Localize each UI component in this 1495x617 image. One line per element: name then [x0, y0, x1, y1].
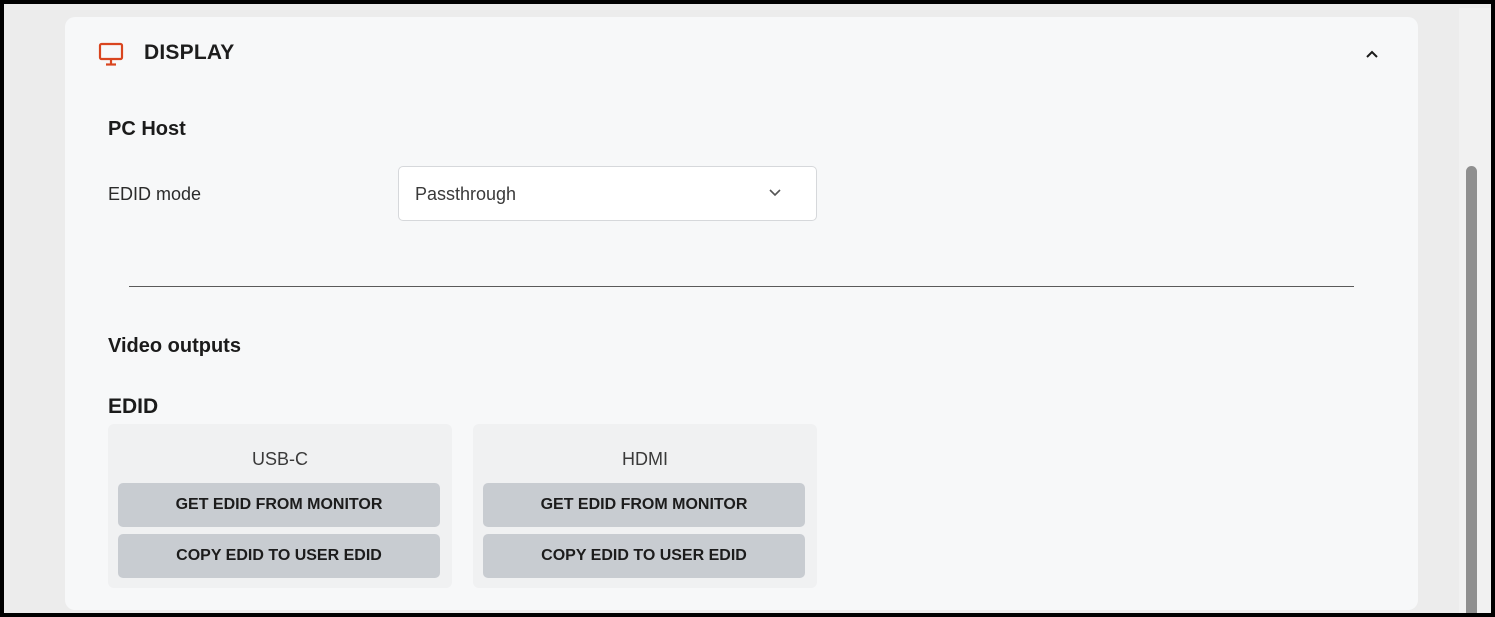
usb-c-port-label: USB-C — [251, 449, 308, 469]
edid-mode-value: Passthrough — [415, 184, 517, 204]
display-section-header[interactable]: DISPLAY — [65, 17, 1418, 93]
hdmi-edid-panel: HDMI GET EDID FROM MONITOR COPY EDID TO … — [473, 424, 817, 588]
edid-mode-label: EDID mode — [108, 184, 202, 204]
section-divider — [129, 286, 1354, 287]
usb-c-get-edid-button[interactable]: GET EDID FROM MONITOR — [118, 483, 440, 527]
hdmi-copy-edid-button[interactable]: COPY EDID TO USER EDID — [483, 534, 805, 578]
pc-host-heading: PC Host — [108, 118, 186, 140]
edid-heading: EDID — [108, 395, 159, 418]
hdmi-get-edid-button[interactable]: GET EDID FROM MONITOR — [483, 483, 805, 527]
edid-mode-select[interactable]: Passthrough — [398, 166, 817, 221]
usb-c-copy-edid-button[interactable]: COPY EDID TO USER EDID — [118, 534, 440, 578]
scrollbar-thumb[interactable] — [1466, 166, 1477, 613]
app-frame: DISPLAY PC Host EDID mode Passthrough Vi… — [0, 0, 1495, 617]
hdmi-port-label: HDMI — [622, 449, 668, 469]
display-section-title: DISPLAY — [144, 41, 235, 64]
video-outputs-heading: Video outputs — [108, 335, 241, 357]
monitor-icon — [98, 42, 124, 66]
chevron-down-icon — [769, 189, 781, 197]
page-background — [12, 8, 64, 613]
display-settings-card: DISPLAY PC Host EDID mode Passthrough Vi… — [65, 17, 1418, 610]
scrollbar-track[interactable] — [1459, 8, 1491, 613]
usb-c-edid-panel: USB-C GET EDID FROM MONITOR COPY EDID TO… — [108, 424, 452, 588]
chevron-up-icon[interactable] — [1363, 47, 1381, 61]
